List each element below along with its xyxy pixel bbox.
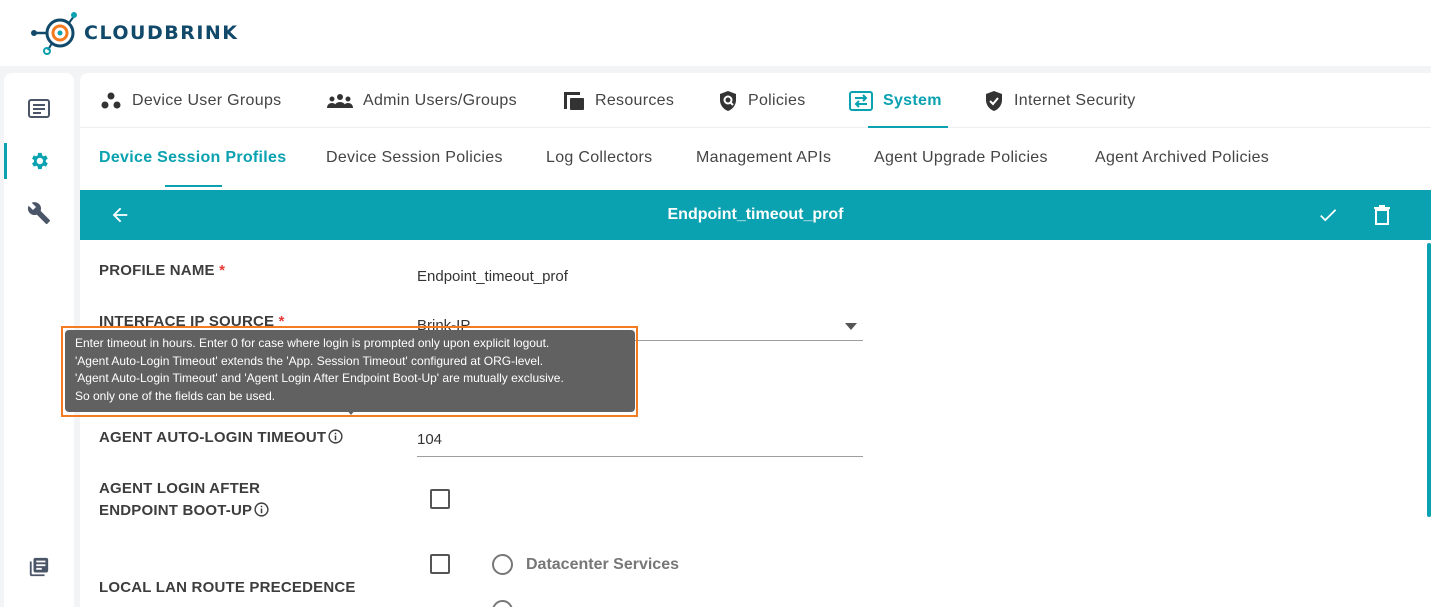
local-lan-route-precedence-label: LOCAL LAN ROUTE PRECEDENCE xyxy=(99,579,356,596)
rail-item-tools[interactable] xyxy=(4,195,74,231)
datacenter-services-label: Datacenter Services xyxy=(526,556,679,573)
system-icon xyxy=(849,90,873,111)
top-header: CLOUDBRINK xyxy=(0,0,1431,66)
agent-auto-login-timeout-input[interactable]: 104 xyxy=(417,428,863,458)
tooltip-arrow xyxy=(346,409,356,415)
secondary-tabs: Device Session Profiles Device Session P… xyxy=(80,129,1431,187)
delete-button[interactable] xyxy=(1370,203,1394,227)
tab-label: Agent Upgrade Policies xyxy=(874,149,1048,166)
tab-log-collectors[interactable]: Log Collectors xyxy=(546,129,652,187)
arrow-left-icon xyxy=(112,207,128,223)
tooltip-line: So only one of the fields can be used. xyxy=(75,388,276,403)
tab-label: Resources xyxy=(595,91,675,109)
tab-internet-security[interactable]: Internet Security xyxy=(984,73,1136,128)
tab-management-apis[interactable]: Management APIs xyxy=(696,129,831,187)
chevron-down-icon xyxy=(845,323,857,330)
tab-resources[interactable]: Resources xyxy=(563,73,674,128)
profile-name-value: Endpoint_timeout_prof xyxy=(417,268,568,285)
input-underline xyxy=(417,456,863,457)
save-button[interactable] xyxy=(1316,203,1340,227)
tab-device-session-policies[interactable]: Device Session Policies xyxy=(326,129,503,187)
tooltip-line: Enter timeout in hours. Enter 0 for case… xyxy=(75,336,550,350)
tab-label: Internet Security xyxy=(1014,91,1136,109)
rail-item-logs[interactable] xyxy=(4,549,74,585)
primary-tabs: Device User Groups Admin Users/Groups Re… xyxy=(80,73,1431,128)
tab-system[interactable]: System xyxy=(849,73,948,128)
second-option-radio[interactable] xyxy=(492,600,513,607)
back-button[interactable] xyxy=(108,203,132,227)
trash-icon xyxy=(1374,205,1390,225)
tab-label: Device Session Policies xyxy=(326,149,503,166)
tab-agent-upgrade-policies[interactable]: Agent Upgrade Policies xyxy=(874,129,1048,187)
form-scrollbar[interactable] xyxy=(1427,243,1431,517)
cloudbrink-logo-icon xyxy=(31,12,77,55)
local-lan-route-precedence-checkbox[interactable] xyxy=(430,554,450,574)
policy-shield-icon xyxy=(718,90,738,112)
agent-auto-login-timeout-label: AGENT AUTO-LOGIN TIMEOUT xyxy=(99,429,343,446)
tooltip-line: 'Agent Auto-Login Timeout' and 'Agent Lo… xyxy=(75,371,564,385)
tooltip-line: 'Agent Auto-Login Timeout' extends the '… xyxy=(75,353,544,368)
tab-active-underline xyxy=(868,126,948,128)
tab-agent-archived-policies[interactable]: Agent Archived Policies xyxy=(1095,129,1269,187)
tab-label: Policies xyxy=(748,91,806,109)
document-list-icon xyxy=(29,557,49,577)
check-icon xyxy=(1320,209,1337,222)
gear-icon xyxy=(32,152,48,170)
resources-icon xyxy=(563,91,585,111)
rail-active-indicator xyxy=(4,143,7,179)
tab-device-user-groups[interactable]: Device User Groups xyxy=(100,73,281,128)
tab-active-underline xyxy=(165,185,222,187)
tab-label: Log Collectors xyxy=(546,149,653,166)
wrench-icon xyxy=(27,202,50,224)
brand-name: CLOUDBRINK xyxy=(84,22,239,44)
profile-title: Endpoint_timeout_prof xyxy=(667,206,844,223)
list-icon xyxy=(28,99,50,118)
agent-login-after-boot-checkbox[interactable] xyxy=(430,489,450,509)
profile-header-bar: Endpoint_timeout_prof xyxy=(80,190,1431,240)
security-shield-icon xyxy=(984,90,1004,112)
user-groups-icon xyxy=(100,92,122,110)
tab-label: Agent Archived Policies xyxy=(1095,149,1270,166)
agent-login-after-boot-label: AGENT LOGIN AFTER ENDPOINT BOOT-UP xyxy=(99,478,269,522)
tab-label: Management APIs xyxy=(696,149,832,166)
cloudbrink-logo[interactable]: CLOUDBRINK xyxy=(30,10,239,56)
info-tooltip: Enter timeout in hours. Enter 0 for case… xyxy=(65,330,635,412)
tab-label: System xyxy=(883,91,942,109)
rail-item-settings[interactable] xyxy=(4,143,74,179)
rail-item-dashboard[interactable] xyxy=(4,91,74,127)
tab-label: Admin Users/Groups xyxy=(363,91,517,109)
profile-name-label: PROFILE NAME * xyxy=(99,262,226,279)
tab-label: Device Session Profiles xyxy=(99,149,287,166)
tab-device-session-profiles[interactable]: Device Session Profiles xyxy=(99,129,286,187)
tab-admin-users-groups[interactable]: Admin Users/Groups xyxy=(327,73,517,128)
datacenter-services-radio[interactable] xyxy=(492,554,513,575)
info-icon[interactable] xyxy=(328,429,343,444)
agent-auto-login-timeout-value: 104 xyxy=(417,431,443,448)
admin-users-icon xyxy=(327,93,353,109)
info-icon[interactable] xyxy=(254,502,269,517)
tab-policies[interactable]: Policies xyxy=(718,73,806,128)
tab-label: Device User Groups xyxy=(132,91,282,109)
